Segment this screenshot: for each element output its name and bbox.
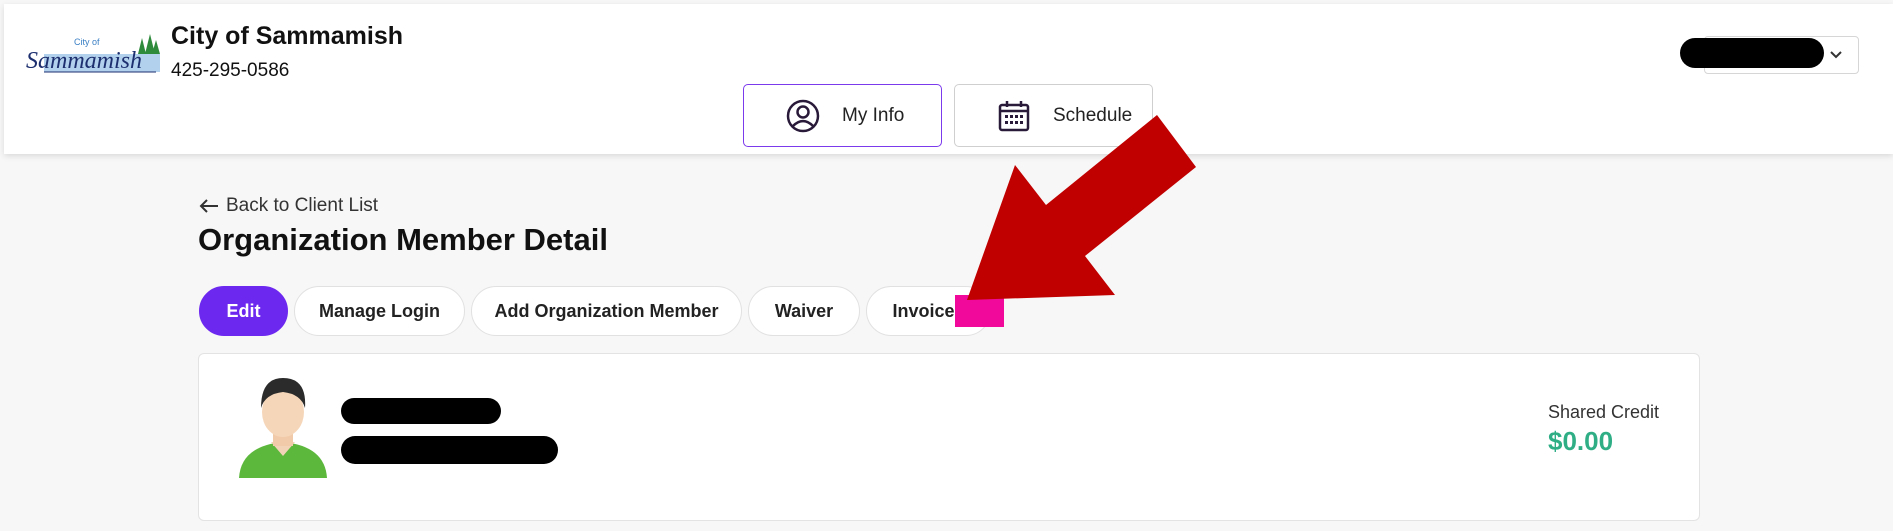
page-title: Organization Member Detail [198,222,608,257]
redacted-member-name [341,398,501,424]
edit-button[interactable]: Edit [199,286,288,336]
svg-text:Sammamish: Sammamish [26,48,142,74]
member-card: Shared Credit $0.00 [198,353,1700,521]
manage-login-button[interactable]: Manage Login [294,286,465,336]
shared-credit-value: $0.00 [1548,426,1614,456]
org-phone: 425-295-0586 [171,60,290,81]
svg-text:City of: City of [74,37,100,47]
chevron-down-icon [1830,51,1842,59]
redacted-member-detail [341,436,558,464]
waiver-button[interactable]: Waiver [748,286,860,336]
annotation-arrow-icon [967,115,1196,300]
nav-my-info-label: My Info [842,104,905,126]
back-to-client-list-link[interactable]: Back to Client List [198,195,378,217]
add-organization-member-button[interactable]: Add Organization Member [471,286,742,336]
top-header: City of Sammamish City of Sammamish 425-… [4,4,1893,154]
back-link-label: Back to Client List [226,195,379,216]
arrow-left-icon [199,199,218,213]
redacted-username [1680,38,1824,68]
shared-credit-label: Shared Credit [1548,402,1660,422]
org-name: City of Sammamish [171,22,404,50]
user-circle-icon [786,99,820,132]
avatar [239,378,327,478]
city-logo[interactable]: City of Sammamish [24,32,162,76]
nav-my-info[interactable]: My Info [743,84,942,147]
